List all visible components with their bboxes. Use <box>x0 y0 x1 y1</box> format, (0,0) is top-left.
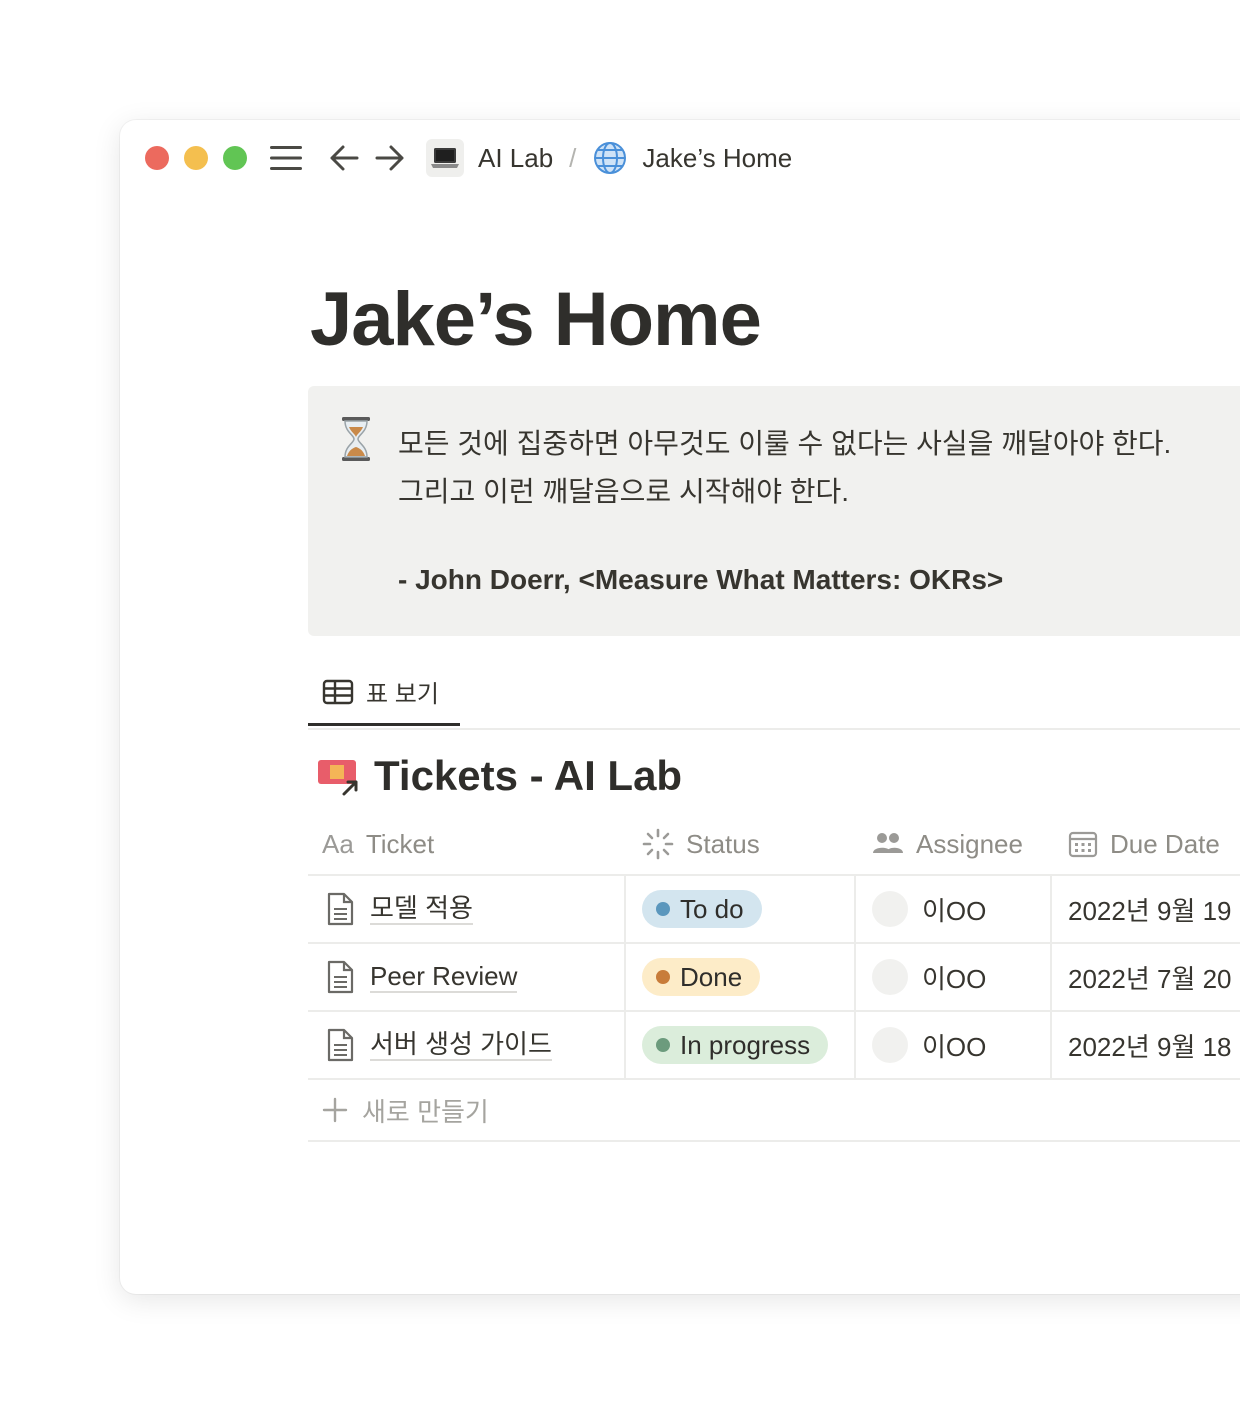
breadcrumb: AI Lab / Jake’s Home <box>426 138 792 178</box>
view-tabs: 표 보기 <box>308 660 1240 730</box>
quote-line-2: 그리고 이런 깨달음으로 시작해야 한다. <box>398 476 850 507</box>
assignee-cell[interactable]: 이OO <box>872 1012 986 1078</box>
column-header-due-date[interactable]: Due Date <box>1068 814 1220 874</box>
assignee-cell[interactable]: 이OO <box>872 876 986 942</box>
table-row[interactable]: 서버 생성 가이드 In progress 이OO 2022년 9월 18 <box>308 1012 1240 1080</box>
avatar <box>872 959 908 995</box>
breadcrumb-item-ai-lab[interactable]: AI Lab <box>426 139 553 177</box>
calendar-icon <box>1068 831 1098 858</box>
close-window-button[interactable] <box>145 146 169 170</box>
arrow-right-icon <box>375 145 404 171</box>
column-divider <box>854 1012 856 1078</box>
minimize-window-button[interactable] <box>184 146 208 170</box>
status-badge: Done <box>642 958 761 996</box>
table-header: Aa Ticket Status Assignee Due Date <box>308 814 1240 876</box>
ticket-cell[interactable]: 모델 적용 <box>326 876 473 942</box>
new-row-button[interactable]: 새로 만들기 <box>308 1080 1240 1142</box>
due-date-value: 2022년 9월 18 <box>1068 1031 1232 1062</box>
ticket-name[interactable]: 모델 적용 <box>370 893 473 925</box>
due-date-cell[interactable]: 2022년 9월 18 <box>1068 1012 1232 1078</box>
column-label: Due Date <box>1110 828 1220 859</box>
status-cell[interactable]: To do <box>642 876 762 942</box>
status-badge: In progress <box>642 1026 829 1064</box>
column-label: Status <box>686 828 760 859</box>
title-bar: AI Lab / Jake’s Home <box>120 120 1240 196</box>
app-window: AI Lab / Jake’s Home Jake’s Home 모든 것에 집… <box>120 120 1240 1294</box>
page-title: Jake’s Home <box>310 277 762 362</box>
status-spinner-icon <box>642 828 674 860</box>
sidebar-menu-button[interactable] <box>268 140 304 176</box>
column-divider <box>1050 876 1052 942</box>
arrow-left-icon <box>330 145 359 171</box>
avatar <box>872 1027 908 1063</box>
quote-line-1: 모든 것에 집중하면 아무것도 이룰 수 없다는 사실을 깨달아야 한다. <box>398 428 1172 459</box>
people-icon <box>873 833 903 853</box>
due-date-value: 2022년 7월 20 <box>1068 963 1232 994</box>
column-divider <box>854 944 856 1010</box>
column-label: Assignee <box>916 828 1023 859</box>
table-row[interactable]: Peer Review Done 이OO 2022년 7월 20 <box>308 944 1240 1012</box>
forward-button[interactable] <box>372 140 408 176</box>
ticket-cell[interactable]: 서버 생성 가이드 <box>326 1012 552 1078</box>
database-title[interactable]: Tickets - AI Lab <box>316 748 682 804</box>
breadcrumb-label: AI Lab <box>478 142 554 173</box>
quote-attribution: - John Doerr, <Measure What Matters: OKR… <box>398 564 1004 595</box>
status-label: Done <box>680 961 743 992</box>
column-divider <box>624 876 626 942</box>
due-date-cell[interactable]: 2022년 7월 20 <box>1068 944 1232 1010</box>
tab-table-view[interactable]: 표 보기 <box>308 660 460 726</box>
assignee-name: 이OO <box>922 963 987 994</box>
laptop-icon <box>426 139 464 177</box>
status-dot <box>656 902 670 916</box>
tab-label: 표 보기 <box>366 681 439 708</box>
table-row[interactable]: 모델 적용 To do 이OO 2022년 9월 19 <box>308 876 1240 944</box>
document-icon <box>327 960 354 994</box>
avatar <box>872 891 908 927</box>
breadcrumb-separator: / <box>569 142 577 173</box>
breadcrumb-label: Jake’s Home <box>642 142 793 173</box>
status-label: In progress <box>680 1029 811 1060</box>
document-icon <box>327 892 354 926</box>
column-divider <box>624 1012 626 1078</box>
ticket-link-icon <box>316 754 360 798</box>
breadcrumb-item-jakes-home[interactable]: Jake’s Home <box>592 140 792 176</box>
column-divider <box>1050 1012 1052 1078</box>
status-dot <box>656 1038 670 1052</box>
due-date-cell[interactable]: 2022년 9월 19 <box>1068 876 1232 942</box>
hourglass-icon <box>342 417 370 461</box>
back-button[interactable] <box>326 140 362 176</box>
status-dot <box>656 970 670 984</box>
maximize-window-button[interactable] <box>223 146 247 170</box>
plus-icon <box>322 1097 348 1123</box>
new-row-label: 새로 만들기 <box>362 1096 489 1127</box>
table-icon <box>322 679 354 704</box>
status-cell[interactable]: In progress <box>642 1012 829 1078</box>
assignee-name: 이OO <box>922 895 987 926</box>
due-date-value: 2022년 9월 19 <box>1068 895 1232 926</box>
text-type-icon: Aa <box>322 828 354 859</box>
column-divider <box>624 944 626 1010</box>
ticket-cell[interactable]: Peer Review <box>326 944 518 1010</box>
ticket-name[interactable]: Peer Review <box>370 961 518 993</box>
tickets-table: Aa Ticket Status Assignee Due Date 모델 적용… <box>308 814 1240 1142</box>
hamburger-icon <box>270 146 302 170</box>
column-header-ticket[interactable]: Aa Ticket <box>322 814 434 874</box>
column-divider <box>854 876 856 942</box>
database-title-label: Tickets - AI Lab <box>374 752 683 799</box>
assignee-name: 이OO <box>922 1031 987 1062</box>
column-header-assignee[interactable]: Assignee <box>872 814 1023 874</box>
document-icon <box>327 1028 354 1062</box>
status-badge: To do <box>642 890 762 928</box>
status-label: To do <box>680 893 744 924</box>
assignee-cell[interactable]: 이OO <box>872 944 986 1010</box>
column-header-status[interactable]: Status <box>642 814 760 874</box>
column-divider <box>1050 944 1052 1010</box>
status-cell[interactable]: Done <box>642 944 761 1010</box>
globe-icon <box>594 142 627 174</box>
column-label: Ticket <box>365 828 435 859</box>
ticket-name[interactable]: 서버 생성 가이드 <box>370 1029 552 1061</box>
quote-callout: 모든 것에 집중하면 아무것도 이룰 수 없다는 사실을 깨달아야 한다. 그리… <box>308 386 1240 636</box>
